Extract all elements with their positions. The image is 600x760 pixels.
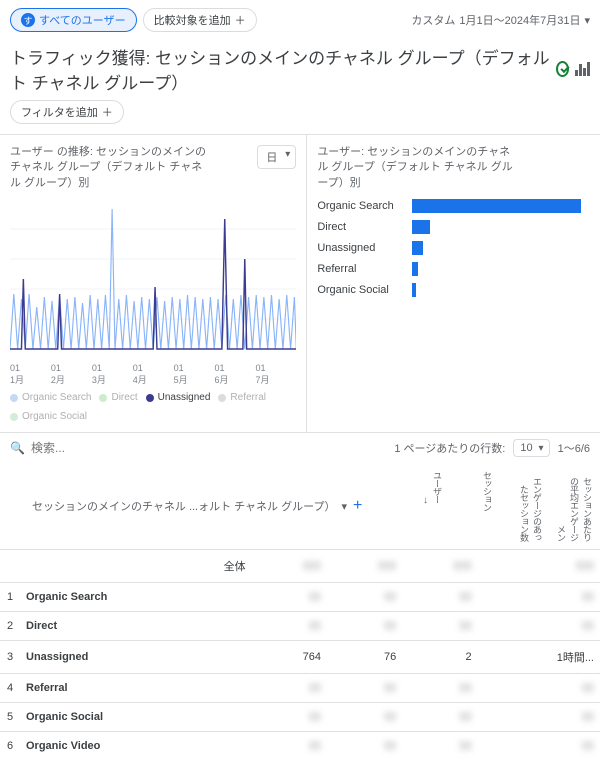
bar-row: Organic Social xyxy=(317,283,590,297)
xaxis-tick: 016月 xyxy=(215,363,256,386)
bar-row: Direct xyxy=(317,220,590,234)
bar-label: Organic Search xyxy=(317,200,412,212)
line-chart-title: ユーザー の推移: セッションのメインのチャネル グループ（デフォルト チャネル… xyxy=(10,145,210,191)
legend-item[interactable]: Organic Social xyxy=(10,411,87,422)
table-row[interactable]: 6Organic Video00000000 xyxy=(0,732,600,760)
table-cell: 00 xyxy=(402,703,477,732)
table-cell: 00 xyxy=(327,583,402,612)
add-dimension-button[interactable]: + xyxy=(353,498,362,514)
search-input[interactable] xyxy=(31,441,388,455)
line-chart-panel: ユーザー の推移: セッションのメインのチャネル グループ（デフォルト チャネル… xyxy=(0,135,307,432)
table-cell: 00 xyxy=(402,732,477,760)
chip-add-compare[interactable]: 比較対象を追加 ＋ xyxy=(143,8,257,32)
user-icon: す xyxy=(21,13,35,27)
table-row[interactable]: 5Organic Social00000000 xyxy=(0,703,600,732)
chevron-down-icon: ▾ xyxy=(584,14,590,27)
granularity-select[interactable]: 日 xyxy=(257,145,296,169)
bar-label: Direct xyxy=(317,221,412,233)
table-cell: 1時間... xyxy=(478,641,600,674)
chip-add-compare-label: 比較対象を追加 xyxy=(154,12,231,28)
col-avg-engagement[interactable]: セッションあたりの平均エンゲージメン xyxy=(548,471,594,541)
pager-range: 1～6/6 xyxy=(558,440,590,456)
bar-chart-title: ユーザー: セッションのメインのチャネル グループ（デフォルト チャネル グルー… xyxy=(317,145,517,191)
table-total-label: 全体 xyxy=(20,550,252,583)
table-cell: 00 xyxy=(327,612,402,641)
col-engaged-sessions[interactable]: エンゲージのあったセッション数 xyxy=(498,471,544,541)
xaxis-tick: 013月 xyxy=(92,363,133,386)
line-chart xyxy=(10,199,296,359)
legend-item[interactable]: Organic Search xyxy=(10,392,91,403)
table-cell: 00 xyxy=(252,674,327,703)
chip-all-users[interactable]: す すべてのユーザー xyxy=(10,8,137,32)
table-cell: 00 xyxy=(478,583,600,612)
dimension-header[interactable]: セッションのメインのチャネル ...ォルト チャネル グループ） xyxy=(32,498,335,514)
table-cell: 00 xyxy=(252,732,327,760)
date-range-text: 1月1日～2024年7月31日 xyxy=(459,12,580,28)
date-custom-label: カスタム xyxy=(411,12,455,28)
table-cell: 764 xyxy=(252,641,327,674)
bar-label: Referral xyxy=(317,263,412,275)
filter-add-label: フィルタを追加 xyxy=(21,104,98,120)
table-cell: 00 xyxy=(402,674,477,703)
bar-label: Organic Social xyxy=(317,284,412,296)
page-title: トラフィック獲得: セッションのメインのチャネル グループ（デフォルト チャネル… xyxy=(10,44,550,94)
sort-desc-icon[interactable]: ↓ xyxy=(423,495,428,506)
plus-icon: ＋ xyxy=(102,104,113,120)
table-cell: 00 xyxy=(478,732,600,760)
legend-item[interactable]: Referral xyxy=(218,392,266,403)
table-cell: 2 xyxy=(402,641,477,674)
pager-label: 1 ページあたりの行数: xyxy=(394,440,505,456)
col-sessions[interactable]: セッション xyxy=(448,471,494,511)
table-cell: 00 xyxy=(252,612,327,641)
table-cell: 00 xyxy=(327,732,402,760)
table-cell: 00 xyxy=(402,583,477,612)
xaxis-tick: 015月 xyxy=(174,363,215,386)
legend-item[interactable]: Direct xyxy=(99,392,137,403)
table-cell: 00 xyxy=(478,612,600,641)
table-cell: 76 xyxy=(327,641,402,674)
table-cell: 00 xyxy=(252,583,327,612)
plus-icon: ＋ xyxy=(235,12,246,28)
legend-item[interactable]: Unassigned xyxy=(146,392,211,403)
bar-chart-panel: ユーザー: セッションのメインのチャネル グループ（デフォルト チャネル グルー… xyxy=(307,135,600,432)
chip-all-users-label: すべてのユーザー xyxy=(39,12,126,28)
bar-label: Unassigned xyxy=(317,242,412,254)
table-cell: 00 xyxy=(402,612,477,641)
table-row[interactable]: 2Direct00000000 xyxy=(0,612,600,641)
table-cell: 00 xyxy=(478,674,600,703)
xaxis-tick: 014月 xyxy=(133,363,174,386)
table-row[interactable]: 1Organic Search00000000 xyxy=(0,583,600,612)
table-row[interactable]: 3Unassigned7647621時間... xyxy=(0,641,600,674)
table-row[interactable]: 4Referral00000000 xyxy=(0,674,600,703)
xaxis-tick: 011月 xyxy=(10,363,51,386)
table-cell: 00 xyxy=(252,703,327,732)
table-cell: 00 xyxy=(327,674,402,703)
table-cell: 00 xyxy=(478,703,600,732)
status-ok-icon xyxy=(556,61,569,77)
filter-add-button[interactable]: フィルタを追加 ＋ xyxy=(10,100,124,124)
xaxis-tick: 012月 xyxy=(51,363,92,386)
date-range-picker[interactable]: カスタム 1月1日～2024年7月31日 ▾ xyxy=(411,12,590,28)
search-icon: 🔍 xyxy=(10,441,25,455)
xaxis-tick: 017月 xyxy=(255,363,296,386)
col-users[interactable]: ユーザー xyxy=(431,471,444,503)
table-cell: 00 xyxy=(327,703,402,732)
pager-size-select[interactable]: 10 xyxy=(513,439,549,457)
customize-icon[interactable] xyxy=(575,62,590,76)
bar-row: Referral xyxy=(317,262,590,276)
bar-row: Organic Search xyxy=(317,199,590,213)
bar-row: Unassigned xyxy=(317,241,590,255)
chevron-down-icon: ▾ xyxy=(341,500,347,513)
